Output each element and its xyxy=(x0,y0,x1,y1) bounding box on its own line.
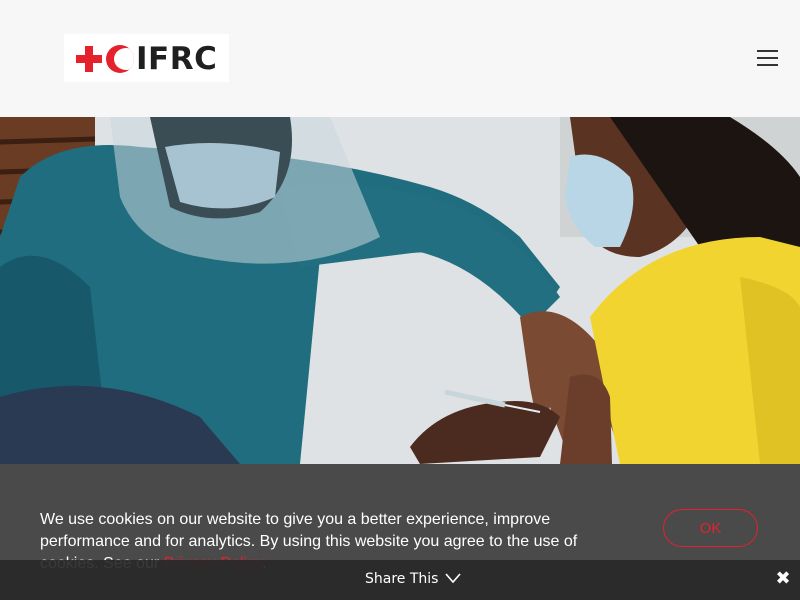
red-crescent-icon xyxy=(106,45,134,73)
red-cross-icon xyxy=(76,46,102,72)
site-header: IFRC xyxy=(0,0,800,117)
share-this-label[interactable]: Share This xyxy=(365,571,438,587)
cookie-ok-button[interactable]: OK xyxy=(663,509,758,547)
vaccination-photo xyxy=(0,117,800,464)
share-bar: Share This ✖ xyxy=(0,560,800,600)
close-icon[interactable]: ✖ xyxy=(774,570,792,588)
hero-image xyxy=(0,117,800,464)
ifrc-logo[interactable]: IFRC xyxy=(64,34,229,82)
hamburger-menu-icon[interactable] xyxy=(757,49,779,67)
logo-text: IFRC xyxy=(136,41,218,77)
chevron-down-icon[interactable] xyxy=(445,572,461,584)
